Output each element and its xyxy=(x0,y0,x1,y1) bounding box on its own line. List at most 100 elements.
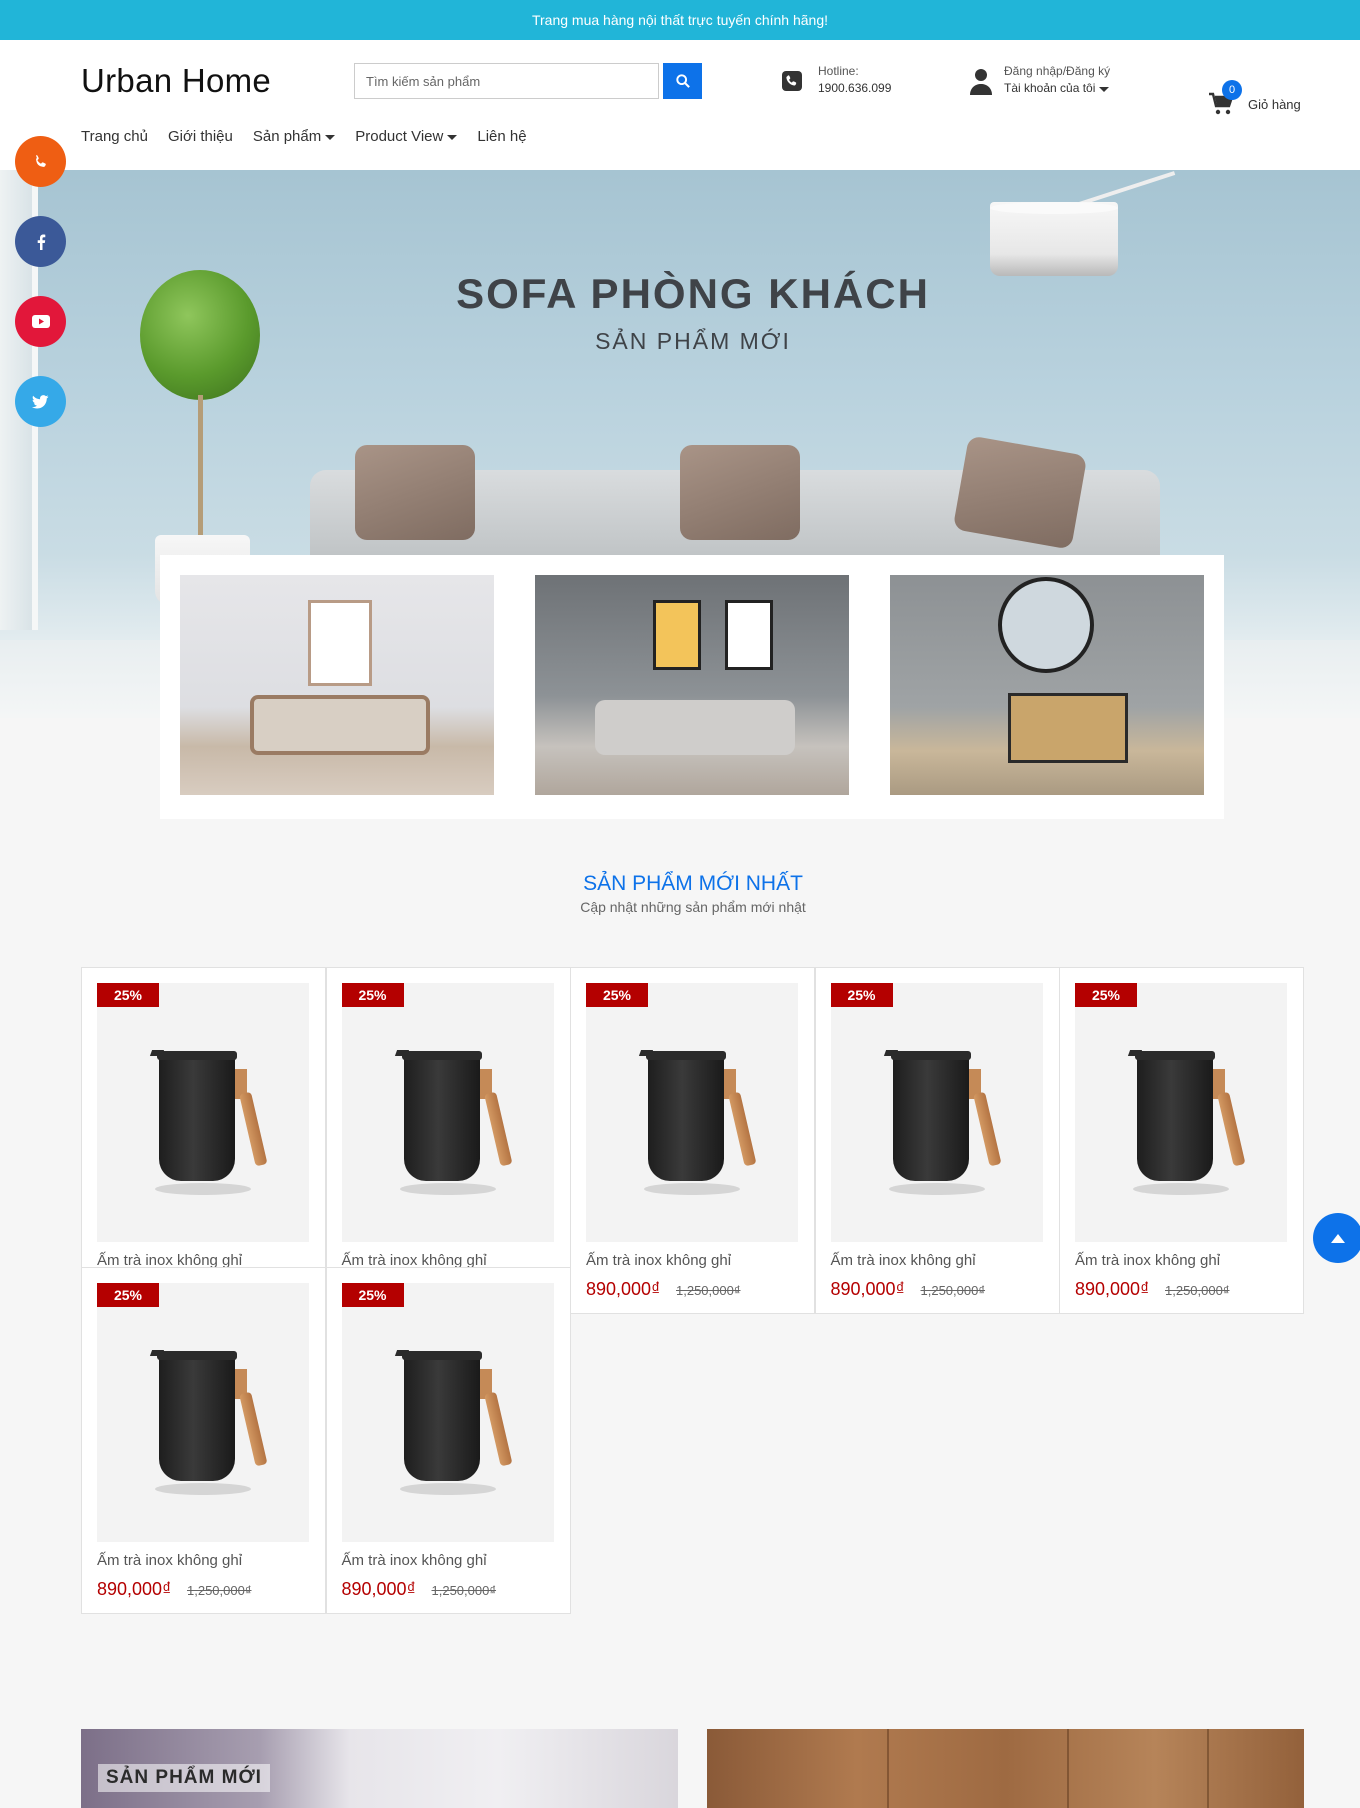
product-image[interactable]: 25% xyxy=(830,983,1043,1242)
product-old-price: 1,250,000₫ xyxy=(187,1583,252,1598)
nav-item-about[interactable]: Giới thiệu xyxy=(168,128,233,145)
nav-item-contact[interactable]: Liên hệ xyxy=(477,128,526,145)
youtube-icon xyxy=(31,315,50,328)
product-old-price: 1,250,000₫ xyxy=(1165,1283,1230,1298)
cart-label: Giỏ hàng xyxy=(1248,96,1301,112)
floating-youtube-button[interactable] xyxy=(15,296,66,347)
product-name[interactable]: Ấm trà inox không ghỉ xyxy=(1075,1252,1220,1269)
hero-plant-stem-decor xyxy=(198,395,203,535)
floating-twitter-button[interactable] xyxy=(15,376,66,427)
sofa-decor xyxy=(595,700,795,755)
product-price: 890,000₫ xyxy=(830,1279,905,1299)
site-header: Urban Home Hotline: 1900.636.099 Đăng nh… xyxy=(0,40,1360,170)
category-image[interactable] xyxy=(890,575,1204,795)
category-image[interactable] xyxy=(180,575,494,795)
product-card[interactable]: 25%Ấm trà inox không ghỉ890,000₫1,250,00… xyxy=(325,967,571,1314)
sale-badge: 25% xyxy=(1075,983,1137,1007)
phone-icon xyxy=(35,154,46,167)
floating-facebook-button[interactable] xyxy=(15,216,66,267)
kettle-shadow-decor xyxy=(155,1183,251,1195)
search-button[interactable] xyxy=(663,63,702,99)
hotline-number: 1900.636.099 xyxy=(818,81,892,95)
hero-subtitle: SẢN PHẨM MỚI xyxy=(595,328,791,354)
product-price: 890,000₫ xyxy=(586,1279,661,1299)
product-card[interactable]: 25%Ấm trà inox không ghỉ890,000₫1,250,00… xyxy=(570,967,815,1314)
kettle-body-decor xyxy=(648,1053,724,1181)
floating-phone-button[interactable] xyxy=(15,136,66,187)
product-card[interactable]: 25%Ấm trà inox không ghỉ890,000₫1,250,00… xyxy=(814,967,1060,1314)
product-name[interactable]: Ấm trà inox không ghỉ xyxy=(831,1252,976,1269)
main-nav: Trang chủ Giới thiệu Sản phẩm Product Vi… xyxy=(81,128,527,145)
account-menu[interactable]: Đăng nhập/Đăng ký Tài khoản của tôi xyxy=(968,63,1110,97)
chevron-down-icon xyxy=(325,135,336,140)
site-logo[interactable]: Urban Home xyxy=(81,62,271,100)
chevron-down-icon xyxy=(447,135,458,140)
nav-label: Sản phẩm xyxy=(252,128,322,145)
my-account-link[interactable]: Tài khoản của tôi xyxy=(1004,80,1095,97)
kettle-body-decor xyxy=(403,1353,480,1481)
hero-cushion-decor xyxy=(952,435,1088,550)
product-image[interactable]: 25% xyxy=(1075,983,1287,1242)
kettle-handle-decor xyxy=(483,1091,512,1167)
nav-item-products[interactable]: Sản phẩm xyxy=(252,128,336,145)
promo-banner-right[interactable] xyxy=(707,1729,1304,1808)
sale-badge: 25% xyxy=(97,1283,159,1307)
product-name[interactable]: Ấm trà inox không ghỉ xyxy=(342,1552,487,1569)
kettle-body-decor xyxy=(159,1053,235,1181)
product-image[interactable]: 25% xyxy=(97,1283,309,1542)
kettle-spout-decor xyxy=(149,1350,165,1356)
section-subtitle: Cập nhật những sản phẩm mới nhật xyxy=(580,899,806,915)
banner-label: SẢN PHẨM MỚI xyxy=(98,1764,270,1792)
kettle-lid-decor xyxy=(646,1051,726,1060)
arrow-up-icon xyxy=(1331,1233,1345,1243)
product-card[interactable]: 25%Ấm trà inox không ghỉ890,000₫1,250,00… xyxy=(81,1267,326,1614)
product-image[interactable]: 25% xyxy=(341,983,554,1242)
chevron-down-icon xyxy=(1099,87,1110,92)
kettle-handle-decor xyxy=(1217,1091,1246,1167)
product-image[interactable]: 25% xyxy=(97,983,309,1242)
nav-item-product-view[interactable]: Product View xyxy=(355,128,458,145)
product-name[interactable]: Ấm trà inox không ghỉ xyxy=(586,1252,731,1269)
kettle-lid-decor xyxy=(157,1351,237,1360)
mirror-decor xyxy=(998,577,1094,673)
kettle-spout-decor xyxy=(1127,1050,1143,1056)
cart-count-badge: 0 xyxy=(1222,80,1242,100)
product-card[interactable]: 25% Ấm trà inox không ghỉ 890,000₫ 1,250,00… xyxy=(1059,967,1304,1314)
cart-button[interactable]: 0 Giỏ hàng xyxy=(1208,80,1301,116)
hero-lamp-decor xyxy=(990,202,1118,276)
product-image[interactable]: 25% xyxy=(341,1283,554,1542)
announcement-text: Trang mua hàng nội thất trực tuyến chính… xyxy=(531,12,829,28)
login-register-link[interactable]: Đăng nhập/Đăng ký xyxy=(1004,63,1110,80)
kettle-body-decor xyxy=(159,1353,235,1481)
kettle-body-decor xyxy=(892,1053,969,1181)
picture-frame-decor xyxy=(308,600,372,686)
sale-badge: 25% xyxy=(830,983,893,1007)
section-title: SẢN PHẨM MỚI NHẤT xyxy=(583,872,803,895)
product-card[interactable]: 25%Ấm trà inox không ghỉ890,000₫1,250,00… xyxy=(325,1267,571,1614)
kettle-spout-decor xyxy=(883,1050,898,1056)
category-image[interactable] xyxy=(535,575,849,795)
product-old-price: 1,250,000₫ xyxy=(431,1583,497,1598)
product-name[interactable]: Ấm trà inox không ghỉ xyxy=(97,1552,242,1569)
back-to-top-button[interactable] xyxy=(1313,1213,1360,1263)
hero-cushion-decor xyxy=(355,445,475,540)
kettle-lid-decor xyxy=(890,1051,971,1060)
promo-banner-left[interactable]: SẢN PHẨM MỚI xyxy=(81,1729,678,1808)
wood-plank-decor xyxy=(887,1729,889,1808)
hotline-label: Hotline: xyxy=(818,64,859,78)
hero-cushion-decor xyxy=(680,445,800,540)
search-input[interactable] xyxy=(354,63,659,99)
product-price: 890,000₫ xyxy=(1075,1279,1150,1299)
search-form xyxy=(354,63,703,99)
user-icon xyxy=(970,69,992,95)
nav-item-home[interactable]: Trang chủ xyxy=(81,128,148,145)
top-announcement-bar: Trang mua hàng nội thất trực tuyến chính… xyxy=(0,0,1360,40)
kettle-spout-decor xyxy=(394,1350,409,1356)
wood-plank-decor xyxy=(1207,1729,1209,1808)
kettle-body-decor xyxy=(1137,1053,1213,1181)
product-card[interactable]: 25%Ấm trà inox không ghỉ890,000₫1,250,00… xyxy=(81,967,326,1314)
twitter-icon xyxy=(32,394,49,409)
nav-label: Product View xyxy=(355,128,444,145)
hotline[interactable]: Hotline: 1900.636.099 xyxy=(780,63,891,97)
product-image[interactable]: 25% xyxy=(586,983,798,1242)
